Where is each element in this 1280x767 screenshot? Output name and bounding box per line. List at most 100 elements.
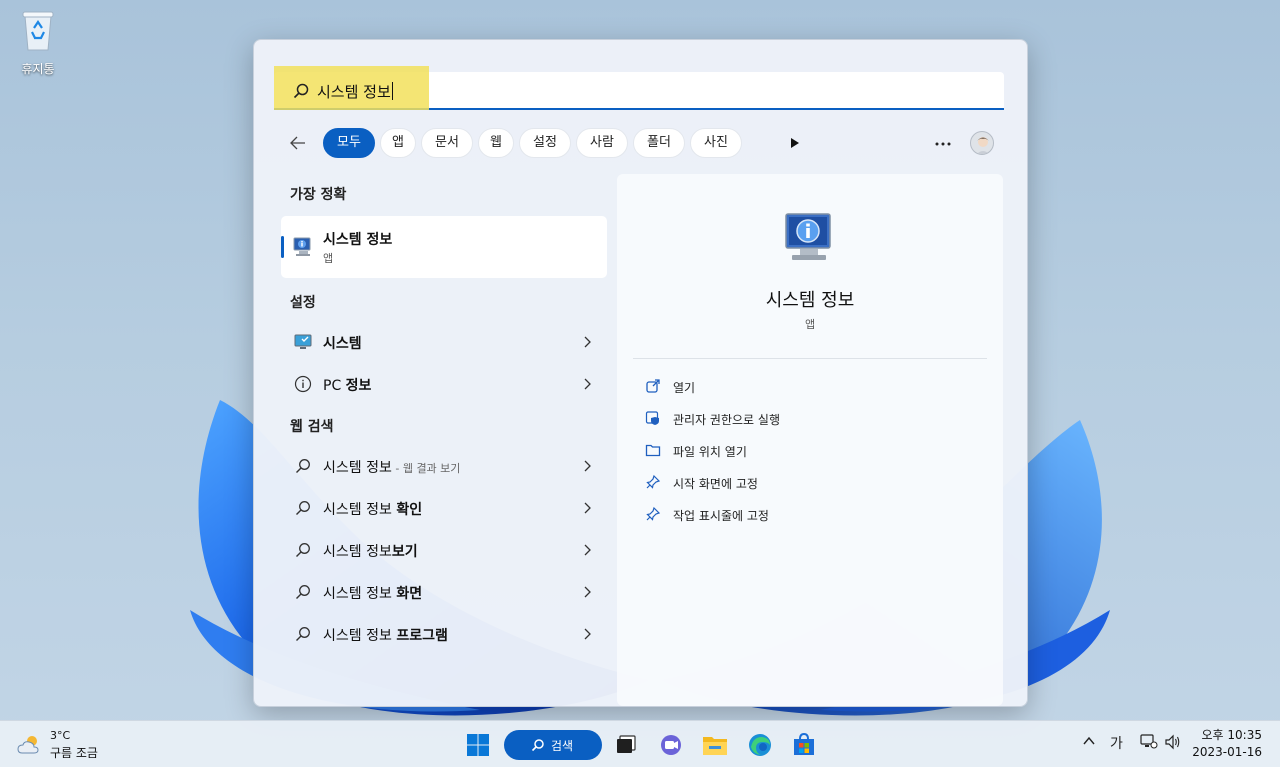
windows-logo-icon <box>467 734 489 756</box>
volume-control[interactable] <box>1164 734 1182 754</box>
recycle-bin-icon <box>22 11 54 51</box>
filter-chip-photos[interactable]: 사진 <box>690 128 742 158</box>
search-icon <box>293 83 309 99</box>
web-result-suffix: - 웹 결과 보기 <box>391 462 461 475</box>
speaker-icon <box>1165 734 1180 750</box>
web-result-item[interactable]: 시스템 정보 확인 <box>281 490 607 526</box>
task-view-button[interactable] <box>610 729 642 761</box>
microsoft-store-button[interactable] <box>788 729 820 761</box>
selection-accent <box>281 236 284 258</box>
clock-date: 2023-01-16 <box>1192 745 1262 759</box>
file-explorer-button[interactable] <box>699 729 731 761</box>
web-result-item[interactable]: 시스템 정보보기 <box>281 532 607 568</box>
text-caret <box>391 82 393 100</box>
show-hidden-icons-button[interactable] <box>1082 734 1096 752</box>
store-icon <box>794 732 814 755</box>
preview-pane: 시스템 정보 앱 열기 관리자 권한으로 실행 파일 위치 열기 시작 화면에 … <box>617 174 1003 706</box>
filter-bar: 모두 앱 문서 웹 설정 사람 폴더 사진 <box>288 126 1008 160</box>
ime-indicator[interactable]: 가 <box>1110 733 1123 753</box>
play-icon[interactable] <box>790 137 800 149</box>
chevron-right-icon <box>584 460 591 472</box>
avatar-icon <box>976 137 990 154</box>
action-label: 시작 화면에 고정 <box>673 477 758 491</box>
filter-chip-all[interactable]: 모두 <box>323 128 375 158</box>
web-result-bold: 확인 <box>396 502 423 518</box>
partly-cloudy-icon <box>17 736 39 754</box>
action-run-as-admin[interactable]: 관리자 권한으로 실행 <box>645 408 965 430</box>
chat-icon <box>661 735 681 755</box>
best-match-item[interactable]: 시스템 정보 앱 <box>281 216 607 278</box>
action-pin-to-start[interactable]: 시작 화면에 고정 <box>645 472 965 494</box>
taskbar-search-button[interactable]: 검색 <box>504 730 602 760</box>
web-result-item[interactable]: 시스템 정보 화면 <box>281 574 607 610</box>
section-web-search: 웹 검색 <box>290 419 334 435</box>
chevron-right-icon <box>584 378 591 390</box>
folder-icon <box>645 444 661 457</box>
settings-item-label: 정보 <box>345 378 372 394</box>
recycle-bin-label: 휴지통 <box>21 62 55 76</box>
weather-temp: 3°C <box>50 729 71 742</box>
monitor-settings-icon <box>294 334 312 349</box>
web-result-text: 시스템 정보 <box>323 460 392 476</box>
filter-chip-apps[interactable]: 앱 <box>380 128 416 158</box>
taskbar-clock[interactable]: 오후 10:35 2023-01-16 <box>1192 727 1262 761</box>
shield-icon <box>645 411 659 425</box>
filter-chip-settings[interactable]: 설정 <box>519 128 571 158</box>
recycle-bin[interactable]: 휴지통 <box>12 8 64 77</box>
settings-item-system[interactable]: 시스템 <box>281 324 607 360</box>
pin-icon <box>646 474 661 489</box>
web-result-bold: 프로그램 <box>396 628 448 644</box>
user-avatar[interactable] <box>970 131 994 155</box>
action-label: 작업 표시줄에 고정 <box>673 509 769 523</box>
web-result-text: 시스템 정보 <box>323 544 392 560</box>
filter-chip-web[interactable]: 웹 <box>478 128 514 158</box>
web-result-text: 시스템 정보 <box>323 628 397 644</box>
search-panel: 시스템 정보 모두 앱 문서 웹 설정 사람 폴더 사진 가장 정확 시스템 정… <box>253 39 1028 707</box>
taskbar-search-label: 검색 <box>551 739 574 753</box>
best-match-title: 시스템 정보 <box>323 232 393 248</box>
preview-title: 시스템 정보 <box>765 290 855 311</box>
back-arrow-icon[interactable] <box>288 133 308 153</box>
chevron-right-icon <box>584 502 591 514</box>
settings-item-pc-info[interactable]: PC 정보 <box>281 366 607 402</box>
weather-desc: 구름 조금 <box>50 746 98 760</box>
section-settings: 설정 <box>290 295 316 311</box>
open-external-icon <box>646 379 660 393</box>
edge-browser-button[interactable] <box>744 729 776 761</box>
filter-chip-people[interactable]: 사람 <box>576 128 628 158</box>
chevron-right-icon <box>584 628 591 640</box>
search-icon <box>296 501 310 515</box>
action-label: 파일 위치 열기 <box>673 445 747 459</box>
search-icon <box>296 585 310 599</box>
web-result-item[interactable]: 시스템 정보 - 웹 결과 보기 <box>281 448 607 484</box>
search-icon <box>296 543 310 557</box>
web-result-item[interactable]: 시스템 정보 프로그램 <box>281 616 607 652</box>
more-options-icon[interactable] <box>934 142 952 146</box>
filter-chip-folders[interactable]: 폴더 <box>633 128 685 158</box>
start-button[interactable] <box>462 729 494 761</box>
action-label: 열기 <box>673 381 696 395</box>
search-icon <box>296 627 310 641</box>
filter-chip-documents[interactable]: 문서 <box>421 128 473 158</box>
task-view-icon <box>617 735 636 753</box>
settings-item-prefix: PC <box>323 378 346 394</box>
search-query-wrap: 시스템 정보 <box>317 81 393 102</box>
system-information-icon <box>785 213 831 260</box>
folder-icon <box>703 737 727 755</box>
search-query: 시스템 정보 <box>317 83 391 101</box>
preview-divider <box>633 358 987 359</box>
web-result-text: 시스템 정보 <box>323 502 397 518</box>
search-input[interactable]: 시스템 정보 <box>274 66 1004 110</box>
teams-chat-button[interactable] <box>655 729 687 761</box>
clock-time: 오후 10:35 <box>1201 728 1262 742</box>
web-result-text: 시스템 정보 <box>323 586 397 602</box>
edge-icon <box>749 734 771 756</box>
system-information-icon <box>293 237 311 256</box>
action-open-file-location[interactable]: 파일 위치 열기 <box>645 440 965 462</box>
search-icon <box>296 459 310 473</box>
action-open[interactable]: 열기 <box>645 376 965 398</box>
pin-icon <box>646 506 661 521</box>
preview-type: 앱 <box>804 318 816 331</box>
action-pin-to-taskbar[interactable]: 작업 표시줄에 고정 <box>645 504 965 526</box>
network-status[interactable] <box>1140 734 1158 754</box>
